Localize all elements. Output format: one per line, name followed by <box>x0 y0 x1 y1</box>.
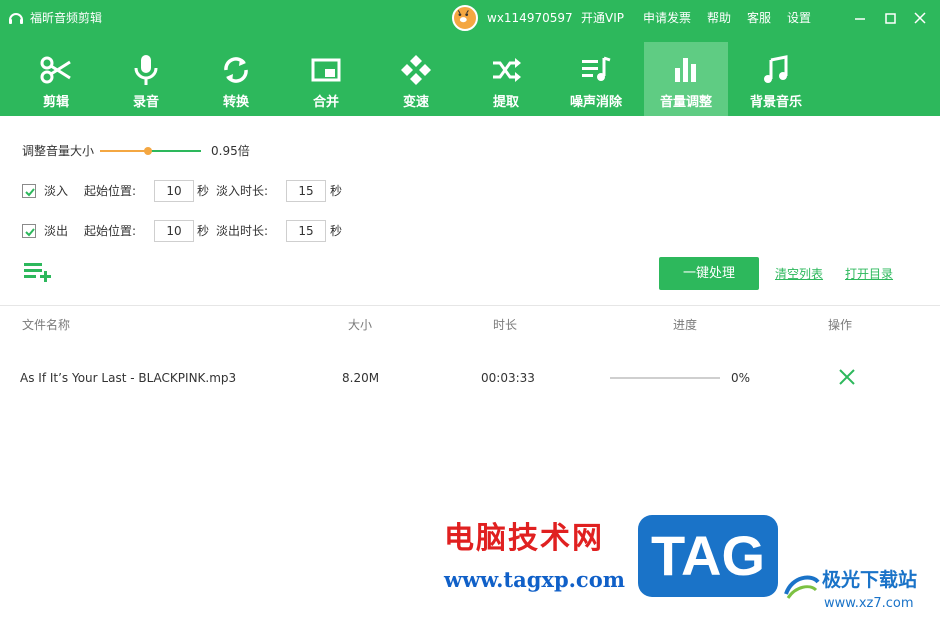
watermark-url: www.tagxp.com <box>444 567 625 592</box>
fade-in-duration-label: 淡入时长: <box>216 184 269 198</box>
clear-list-link[interactable]: 清空列表 <box>775 266 823 282</box>
username[interactable]: wx114970597 <box>487 10 573 26</box>
volume-slider-thumb[interactable] <box>144 147 152 155</box>
app-title: 福昕音频剪辑 <box>30 11 103 25</box>
tab-cut[interactable]: 剪辑 <box>14 42 98 116</box>
tab-label: 剪辑 <box>42 95 69 110</box>
fade-in-label: 淡入 <box>44 184 69 198</box>
watermark-url-2: www.xz7.com <box>824 596 914 611</box>
menu-settings[interactable]: 设置 <box>787 10 811 26</box>
fade-out-start-label: 起始位置: <box>84 224 137 238</box>
watermark-site-name-2: 极光下载站 <box>822 569 918 591</box>
column-header-name: 文件名称 <box>22 318 71 332</box>
tab-record[interactable]: 录音 <box>104 42 188 116</box>
tab-label: 合并 <box>312 95 339 110</box>
menu-help[interactable]: 帮助 <box>707 10 731 26</box>
process-button[interactable]: 一键处理 <box>659 257 759 290</box>
tab-label: 转换 <box>222 95 249 110</box>
extract-icon <box>493 58 521 82</box>
tab-merge[interactable]: 合并 <box>284 42 368 116</box>
fade-out-duration-label: 淡出时长: <box>216 224 269 238</box>
tab-convert[interactable]: 转换 <box>194 42 278 116</box>
app-header: 福昕音频剪辑 wx114970597 开通VIP 申请发票 帮助 客服 设置 剪… <box>0 0 940 116</box>
microphone-icon <box>134 55 158 85</box>
music-note-icon <box>764 55 788 83</box>
volume-slider-filled[interactable] <box>100 150 148 152</box>
tab-noise-removal[interactable]: 噪声消除 <box>554 42 638 116</box>
fade-out-checkbox[interactable] <box>22 224 36 238</box>
fade-out-start-input[interactable] <box>154 220 194 242</box>
watermark-site-name: 电脑技术网 <box>444 521 604 556</box>
fade-in-duration-unit: 秒 <box>330 184 343 198</box>
menu-support[interactable]: 客服 <box>747 10 771 26</box>
close-icon <box>914 12 926 24</box>
tab-background-music[interactable]: 背景音乐 <box>734 42 818 116</box>
fade-out-start-unit: 秒 <box>197 224 210 238</box>
menu-open-vip[interactable]: 开通VIP <box>581 10 624 26</box>
fade-out-label: 淡出 <box>44 224 69 238</box>
progress-text: 0% <box>731 371 751 385</box>
volume-label: 调整音量大小 <box>22 144 95 158</box>
tab-volume-adjust[interactable]: 音量调整 <box>644 42 728 116</box>
minimize-button[interactable] <box>850 8 870 28</box>
close-button[interactable] <box>910 8 930 28</box>
volume-bars-icon <box>675 58 696 82</box>
scissors-icon <box>40 56 71 84</box>
convert-icon <box>224 57 248 83</box>
maximize-button[interactable] <box>880 8 900 28</box>
aurora-logo-icon <box>784 575 820 599</box>
tab-label: 录音 <box>132 95 159 110</box>
volume-slider-track[interactable] <box>148 150 201 152</box>
checkmark-icon <box>25 188 35 197</box>
delete-icon[interactable] <box>837 367 857 387</box>
fade-out-duration-input[interactable] <box>286 220 326 242</box>
progress-bar <box>610 377 720 379</box>
avatar-tiger-icon <box>454 7 472 25</box>
tab-label: 提取 <box>492 95 519 110</box>
checkmark-icon <box>25 228 35 237</box>
fade-in-checkbox[interactable] <box>22 184 36 198</box>
fade-in-start-label: 起始位置: <box>84 184 137 198</box>
merge-icon <box>311 58 341 82</box>
file-name: As If It’s Your Last - BLACKPINK.mp3 <box>20 371 237 385</box>
tab-label: 变速 <box>402 95 429 110</box>
divider <box>0 305 940 306</box>
file-size: 8.20M <box>342 371 380 385</box>
column-header-action: 操作 <box>828 318 853 332</box>
fade-in-duration-input[interactable] <box>286 180 326 202</box>
file-duration: 00:03:33 <box>481 371 535 385</box>
column-header-progress: 进度 <box>673 318 698 332</box>
add-to-list-icon[interactable] <box>22 260 52 282</box>
volume-value: 0.95倍 <box>211 144 250 158</box>
menu-apply-invoice[interactable]: 申请发票 <box>643 10 691 26</box>
minimize-icon <box>855 18 865 20</box>
tab-label: 背景音乐 <box>749 95 802 110</box>
watermark-tag-badge: TAG <box>638 515 778 597</box>
tab-speed[interactable]: 变速 <box>374 42 458 116</box>
speed-icon <box>401 55 431 85</box>
tab-label: 噪声消除 <box>569 95 622 110</box>
column-header-size: 大小 <box>348 318 373 332</box>
avatar[interactable] <box>452 5 478 31</box>
open-directory-link[interactable]: 打开目录 <box>845 266 893 282</box>
noise-removal-icon <box>582 56 611 81</box>
fade-in-start-input[interactable] <box>154 180 194 202</box>
column-header-duration: 时长 <box>493 318 518 332</box>
app-logo-icon <box>9 13 23 24</box>
tab-label: 音量调整 <box>659 95 712 110</box>
fade-in-start-unit: 秒 <box>197 184 210 198</box>
fade-out-duration-unit: 秒 <box>330 224 343 238</box>
tab-extract[interactable]: 提取 <box>464 42 548 116</box>
title-bar: 福昕音频剪辑 wx114970597 开通VIP 申请发票 帮助 客服 设置 <box>0 0 940 36</box>
maximize-icon <box>885 13 896 24</box>
